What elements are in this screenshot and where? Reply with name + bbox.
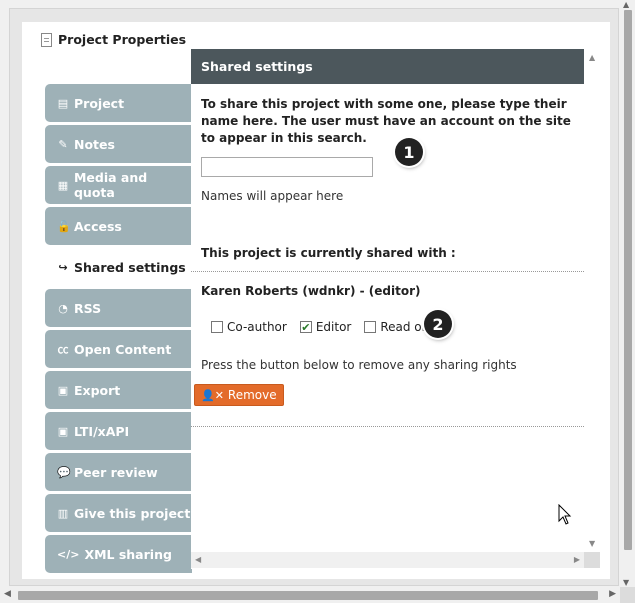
permission-options: Co-author ✔ Editor Read only <box>211 320 442 334</box>
divider <box>191 426 584 427</box>
tab-xml-sharing[interactable]: </> XML sharing <box>45 535 192 573</box>
tab-access[interactable]: 🔓 Access <box>45 207 192 245</box>
tab-rss[interactable]: ◔ RSS <box>45 289 192 327</box>
tab-label: Project <box>74 95 125 111</box>
edit-icon: ✎ <box>58 137 68 151</box>
tab-label: Peer review <box>74 464 158 480</box>
tab-shared-settings[interactable]: ↪ Shared settings <box>45 248 195 286</box>
save-icon: ▣ <box>57 424 69 438</box>
editor-label: Editor <box>315 320 352 334</box>
rss-icon: ◔ <box>58 301 68 315</box>
unlock-icon: 🔓 <box>57 219 71 233</box>
remove-note: Press the button below to remove any sha… <box>201 358 517 372</box>
window-hscroll-thumb[interactable] <box>18 591 598 600</box>
tab-lti-xapi[interactable]: ▣ LTI/xAPI <box>45 412 192 450</box>
window-vscroll-thumb[interactable] <box>624 10 632 550</box>
scroll-corner <box>584 552 600 568</box>
names-hint: Names will appear here <box>201 189 344 203</box>
window-horizontal-scrollbar[interactable]: ◀ ▶ <box>0 587 620 603</box>
tab-label: Give this project <box>74 505 191 521</box>
scroll-up-arrow-icon[interactable]: ▲ <box>589 53 595 62</box>
editor-checkbox[interactable]: ✔ <box>299 321 312 334</box>
tab-label: Media and quota <box>73 170 148 200</box>
shared-settings-panel: Shared settings To share this project wi… <box>191 49 584 569</box>
gift-icon: ▥ <box>57 506 69 520</box>
tab-give-this-project[interactable]: ▥ Give this project <box>45 494 192 532</box>
mouse-pointer-icon <box>558 504 572 525</box>
save-icon: ▣ <box>57 383 69 397</box>
tab-notes[interactable]: ✎ Notes <box>45 125 192 163</box>
divider <box>191 271 584 272</box>
co-author-label: Co-author <box>227 320 287 334</box>
read-only-checkbox[interactable] <box>364 321 377 333</box>
tab-label: Notes <box>74 136 115 152</box>
scroll-down-arrow-icon[interactable]: ▼ <box>589 539 595 548</box>
step-2-badge: 2 <box>424 310 452 338</box>
tab-label: Shared settings <box>74 259 186 275</box>
tab-list: ▤ Project ✎ Notes ▦ Media and quota 🔓 Ac… <box>45 84 195 576</box>
content-vertical-scrollbar[interactable]: ▲ ▼ <box>585 49 600 552</box>
tab-export[interactable]: ▣ Export <box>45 371 192 409</box>
tab-peer-review[interactable]: 💬 Peer review <box>45 453 192 491</box>
scroll-left-arrow-icon[interactable]: ◀ <box>195 555 201 564</box>
file-icon: ▤ <box>57 96 69 110</box>
share-icon: ↪ <box>58 260 68 274</box>
shared-user-name: Karen Roberts (wdnkr) - (editor) <box>201 284 421 298</box>
content-horizontal-scrollbar[interactable]: ◀ ▶ <box>191 552 584 568</box>
tab-label: LTI/xAPI <box>74 423 130 439</box>
remove-button[interactable]: 👤✕ Remove <box>194 384 284 406</box>
tab-label: XML sharing <box>84 546 172 562</box>
window-scroll-down-icon[interactable]: ▼ <box>623 578 629 587</box>
document-icon <box>41 32 52 47</box>
tab-open-content[interactable]: ㏄ Open Content <box>45 330 192 368</box>
window-scroll-left-icon[interactable]: ◀ <box>4 589 11 599</box>
content-header: Shared settings <box>191 49 584 84</box>
window-vertical-scrollbar[interactable]: ▲ ▼ <box>620 0 635 587</box>
window-title: Project Properties <box>41 32 186 47</box>
film-icon: ▦ <box>57 178 69 192</box>
user-search-input[interactable] <box>201 157 373 177</box>
tab-media-and-quota[interactable]: ▦ Media and quota <box>45 166 192 204</box>
shared-with-heading: This project is currently shared with : <box>201 246 456 260</box>
content-body: To share this project with some one, ple… <box>191 84 584 552</box>
window-scroll-right-icon[interactable]: ▶ <box>609 589 616 599</box>
step-1-badge: 1 <box>395 138 423 166</box>
window-title-text: Project Properties <box>58 32 187 47</box>
share-instructions: To share this project with some one, ple… <box>201 97 571 145</box>
window-scroll-up-icon[interactable]: ▲ <box>623 0 629 9</box>
co-author-checkbox[interactable] <box>211 321 223 333</box>
code-icon: </> <box>57 547 80 561</box>
tab-label: RSS <box>74 300 102 316</box>
tab-project[interactable]: ▤ Project <box>45 84 192 122</box>
tab-label: Open Content <box>74 341 172 357</box>
scroll-right-arrow-icon[interactable]: ▶ <box>574 555 580 564</box>
comments-icon: 💬 <box>57 465 71 479</box>
tab-label: Access <box>74 218 122 234</box>
remove-button-label: Remove <box>227 388 277 402</box>
tab-label: Export <box>74 382 121 398</box>
cc-icon: ㏄ <box>57 343 69 356</box>
window-scroll-corner <box>620 587 635 603</box>
remove-user-icon: 👤✕ <box>201 388 224 402</box>
